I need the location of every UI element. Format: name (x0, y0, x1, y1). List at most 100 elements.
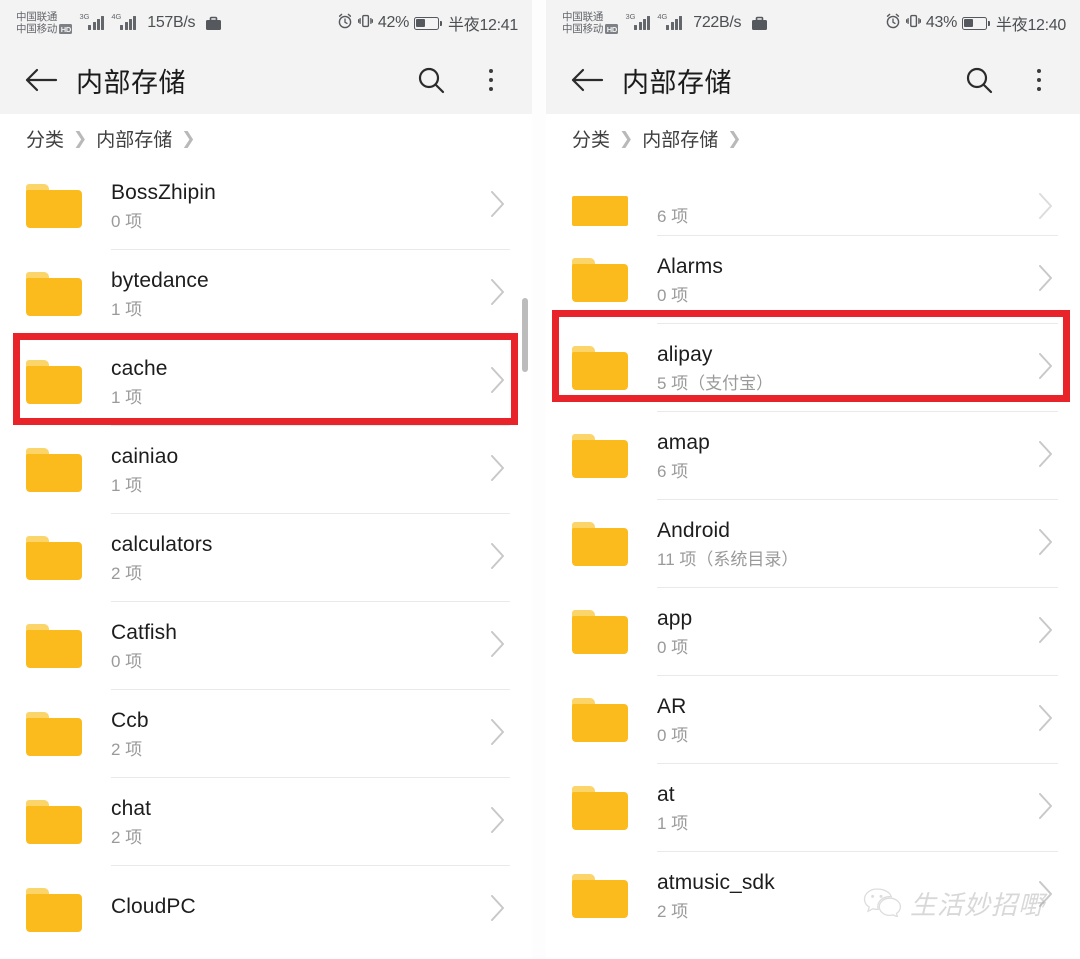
folder-icon (572, 196, 628, 226)
folder-icon (26, 360, 82, 404)
file-list-item[interactable]: Android 11 项（系统目录） (546, 500, 1080, 588)
file-name-label: bytedance (111, 269, 209, 292)
file-list-item[interactable]: amap 6 项 (546, 412, 1080, 500)
kebab-menu-icon[interactable] (472, 61, 510, 99)
chevron-right-icon (1037, 439, 1054, 474)
breadcrumb-item-0[interactable]: 分类 (26, 125, 64, 152)
breadcrumb-item-1[interactable]: 内部存储 (642, 125, 718, 152)
battery-percent-label: 43% (925, 14, 958, 31)
chevron-right-icon (1037, 527, 1054, 562)
file-count-label: 1 项 (111, 476, 143, 495)
chevron-right-icon: ❯ (727, 128, 742, 148)
folder-icon (26, 272, 82, 316)
network-type-label-1: 3G (79, 12, 90, 21)
alarm-icon (337, 13, 353, 34)
file-name-label: alipay (657, 343, 713, 366)
chevron-right-icon (489, 189, 506, 224)
file-list-item[interactable]: bytedance 1 项 (0, 250, 532, 338)
file-name-label: at (657, 783, 675, 806)
file-count-label: 2 项 (111, 740, 143, 759)
back-button[interactable] (566, 59, 608, 101)
file-name-label: calculators (111, 533, 213, 556)
file-count-label: 1 项 (111, 388, 143, 407)
folder-icon (572, 258, 628, 302)
file-count-label: 2 项 (657, 902, 689, 921)
chevron-right-icon (1037, 703, 1054, 738)
chevron-right-icon (489, 805, 506, 840)
breadcrumb-left: 分类 ❯ 内部存储 ❯ (0, 114, 532, 162)
battery-icon (414, 16, 443, 30)
phone-screenshot-right: 中国联通 中国移动 HD 3G 4G 722B/s 43% 半夜12:40 内部… (546, 0, 1080, 959)
scrollbar-thumb-left[interactable] (522, 298, 528, 372)
chevron-right-icon (489, 277, 506, 312)
file-list-item[interactable]: AR 0 项 (546, 676, 1080, 764)
file-count-label: 5 项（支付宝） (657, 374, 774, 393)
file-list-item[interactable]: app 0 项 (546, 588, 1080, 676)
battery-icon (962, 16, 991, 30)
file-list-item[interactable]: calculators 2 项 (0, 514, 532, 602)
chevron-right-icon (489, 541, 506, 576)
briefcase-icon (205, 16, 222, 31)
file-count-label: 0 项 (657, 638, 689, 657)
file-name-label: cainiao (111, 445, 179, 468)
carrier-labels: 中国联通 中国移动 HD (562, 11, 619, 35)
network-speed-label: 722B/s (693, 14, 742, 31)
vibrate-icon (905, 13, 921, 34)
file-list-item[interactable]: BossZhipin 0 项 (0, 162, 532, 250)
carrier-row-1: 中国联通 (562, 11, 618, 23)
file-list-item[interactable]: Catfish 0 项 (0, 602, 532, 690)
signal-icon-1: 3G (625, 13, 651, 30)
folder-icon (572, 346, 628, 390)
file-name-label: app (657, 607, 693, 630)
search-icon[interactable] (960, 61, 998, 99)
file-count-label: 0 项 (657, 726, 689, 745)
chevron-right-icon (489, 365, 506, 400)
file-list-item[interactable]: alipay 5 项（支付宝） (546, 324, 1080, 412)
file-list-item[interactable]: 6 项 (546, 162, 1080, 236)
status-bar-left-group: 中国联通 中国移动 HD 3G 4G (562, 11, 768, 35)
breadcrumb-item-0[interactable]: 分类 (572, 125, 610, 152)
search-icon[interactable] (412, 61, 450, 99)
file-name-label: amap (657, 431, 710, 454)
file-count-label: 6 项 (657, 207, 689, 226)
vibrate-icon (357, 13, 373, 34)
alarm-icon (885, 13, 901, 34)
file-list-item[interactable]: Alarms 0 项 (546, 236, 1080, 324)
kebab-menu-icon[interactable] (1020, 61, 1058, 99)
file-list-item[interactable]: cache 1 项 (0, 338, 532, 426)
file-count-label: 0 项 (657, 286, 689, 305)
signal-icon-1: 3G (79, 12, 105, 30)
signal-icon-2: 4G (111, 13, 137, 30)
file-name-label: Android (657, 519, 731, 542)
chevron-right-icon (489, 453, 506, 488)
folder-icon (572, 698, 628, 742)
folder-icon (26, 712, 82, 756)
file-count-label: 0 项 (111, 652, 143, 671)
file-count-label: 2 项 (111, 828, 143, 847)
file-list-item[interactable]: cainiao 1 项 (0, 426, 532, 514)
breadcrumb-right: 分类 ❯ 内部存储 ❯ (546, 114, 1080, 162)
file-list-left[interactable]: BossZhipin 0 项 bytedance 1 项 cache 1 项 cainiao… (0, 162, 532, 954)
file-name-label: atmusic_sdk (657, 871, 775, 894)
file-list-item[interactable]: at 1 项 (546, 764, 1080, 852)
chevron-right-icon (1037, 191, 1054, 226)
folder-icon (572, 522, 628, 566)
clock-label: 半夜12:41 (448, 17, 518, 34)
chevron-right-icon (1037, 263, 1054, 298)
screenshot-stage: 中国联通 中国移动 HD 3G 4G 157B/s 42% 半夜12:41 内部… (0, 0, 1080, 959)
hd-badge: HD (605, 24, 619, 34)
back-button[interactable] (20, 59, 62, 101)
carrier-name-primary: 中国联通 (562, 11, 604, 23)
file-name-label: BossZhipin (111, 181, 216, 204)
chevron-right-icon (1037, 615, 1054, 650)
file-name-label: cache (111, 357, 168, 380)
file-list-item[interactable]: chat 2 项 (0, 778, 532, 866)
file-list-item[interactable]: atmusic_sdk 2 项 (546, 852, 1080, 940)
status-bar-right-group: 42% 半夜12:41 (337, 0, 518, 46)
file-list-item[interactable]: Ccb 2 项 (0, 690, 532, 778)
file-count-label: 11 项（系统目录） (657, 550, 799, 569)
chevron-right-icon (1037, 351, 1054, 386)
file-list-right[interactable]: 6 项 Alarms 0 项 alipay 5 项（支付宝） amap 6 项 Android… (546, 162, 1080, 940)
file-list-item[interactable]: CloudPC (0, 866, 532, 954)
breadcrumb-item-1[interactable]: 内部存储 (96, 125, 172, 152)
